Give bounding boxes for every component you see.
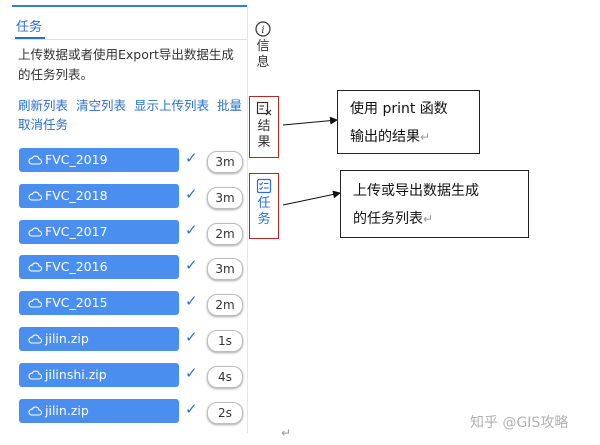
watermark: 知乎 @GIS攻略 [470, 415, 569, 431]
result-callout-line1: 使用 print 函数 [350, 101, 448, 117]
task-callout: 上传或导出数据生成 的任务列表↵ [340, 170, 529, 238]
task-callout-line2: 的任务列表↵ [353, 211, 434, 227]
arrow-to-task-tab [282, 190, 341, 206]
result-callout: 使用 print 函数 输出的结果↵ [337, 90, 480, 154]
result-callout-line2: 输出的结果↵ [350, 129, 431, 145]
return-mark: ↵ [281, 426, 292, 440]
arrow-to-result-tab [282, 116, 338, 126]
task-callout-line1: 上传或导出数据生成 [353, 183, 479, 199]
